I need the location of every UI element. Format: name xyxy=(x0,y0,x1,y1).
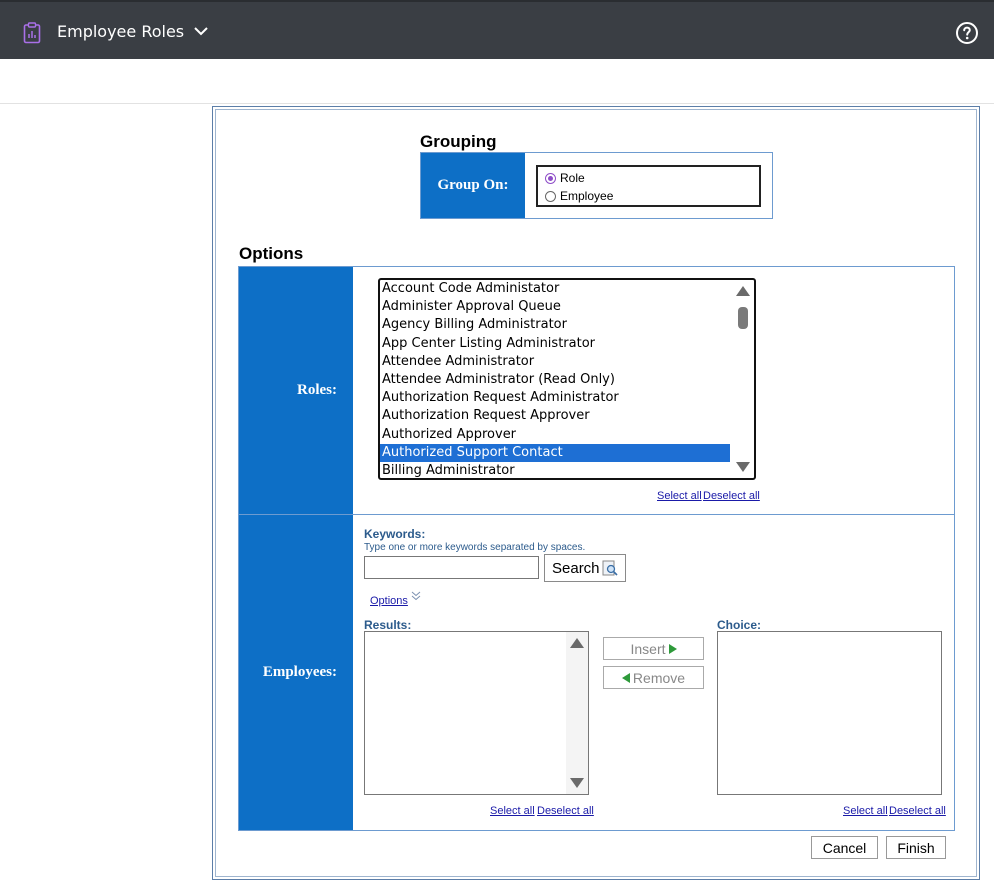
remove-button[interactable]: Remove xyxy=(603,666,704,689)
double-chevron-down-icon[interactable] xyxy=(411,590,421,602)
list-item[interactable]: Agency Billing Administrator xyxy=(380,316,730,334)
list-item[interactable]: Administer Approval Queue xyxy=(380,298,730,316)
roles-listbox[interactable]: Account Code Administator Administer App… xyxy=(378,278,756,480)
roles-select-all-link[interactable]: Select all xyxy=(657,490,702,502)
roles-scrollbar[interactable] xyxy=(734,280,754,478)
insert-button[interactable]: Insert xyxy=(603,637,704,660)
keywords-label: Keywords: xyxy=(364,527,426,541)
page-title: Employee Roles xyxy=(57,22,185,41)
group-on-label: Group On: xyxy=(421,153,525,218)
clipboard-report-icon xyxy=(23,22,41,44)
results-deselect-all-link[interactable]: Deselect all xyxy=(537,805,594,817)
list-item[interactable]: App Center Listing Administrator xyxy=(380,335,730,353)
search-button-label: Search xyxy=(552,559,600,577)
list-item[interactable]: Attendee Administrator (Read Only) xyxy=(380,371,730,389)
grouping-panel: Group On: Role Employee xyxy=(420,152,773,219)
choice-listbox[interactable] xyxy=(717,631,942,795)
roles-label: Roles: xyxy=(239,267,353,514)
scroll-thumb[interactable] xyxy=(738,307,748,329)
list-item-selected[interactable]: Authorized Support Contact xyxy=(380,443,730,462)
list-item[interactable]: Authorization Request Administrator xyxy=(380,389,730,407)
list-item[interactable]: Attendee Administrator xyxy=(380,353,730,371)
arrow-left-icon xyxy=(621,672,630,683)
results-label: Results: xyxy=(364,618,412,632)
remove-button-label: Remove xyxy=(632,669,686,686)
sub-toolbar xyxy=(0,59,994,104)
choice-label: Choice: xyxy=(717,618,762,632)
options-heading: Options xyxy=(239,244,304,263)
search-button[interactable]: Search xyxy=(544,554,626,582)
roles-deselect-all-link[interactable]: Deselect all xyxy=(703,490,760,502)
results-select-all-link[interactable]: Select all xyxy=(490,805,535,817)
choice-deselect-all-link[interactable]: Deselect all xyxy=(889,805,946,817)
chevron-down-icon[interactable] xyxy=(192,24,210,38)
app-header: Employee Roles xyxy=(0,0,994,59)
radio-role[interactable]: Role xyxy=(545,171,585,185)
scroll-down-arrow-icon[interactable] xyxy=(570,778,584,788)
cancel-button[interactable]: Cancel xyxy=(811,836,878,859)
scroll-down-arrow-icon[interactable] xyxy=(736,462,750,472)
employees-label: Employees: xyxy=(239,515,353,830)
radio-role-label: Role xyxy=(560,171,585,185)
options-toggle-link[interactable]: Options xyxy=(370,595,408,607)
list-item[interactable]: Account Code Administator xyxy=(380,280,730,298)
scroll-up-arrow-icon[interactable] xyxy=(570,638,584,648)
search-icon xyxy=(602,560,618,576)
choice-select-all-link[interactable]: Select all xyxy=(843,805,888,817)
radio-button-selected[interactable] xyxy=(545,172,556,184)
radio-employee[interactable]: Employee xyxy=(545,189,613,203)
scroll-up-arrow-icon[interactable] xyxy=(736,286,750,296)
keywords-hint: Type one or more keywords separated by s… xyxy=(364,542,586,553)
keywords-input[interactable] xyxy=(364,556,539,579)
results-scrollbar[interactable] xyxy=(566,632,588,794)
list-item[interactable]: Authorized Approver xyxy=(380,426,730,444)
help-circle-icon[interactable] xyxy=(955,21,979,45)
list-item[interactable]: Authorization Request Approver xyxy=(380,407,730,425)
insert-button-label: Insert xyxy=(630,640,666,657)
group-on-radio-group: Role Employee xyxy=(536,165,761,207)
grouping-heading: Grouping xyxy=(420,132,497,151)
list-item[interactable]: Billing Administrator xyxy=(380,462,730,478)
radio-employee-label: Employee xyxy=(560,189,614,203)
results-listbox[interactable] xyxy=(364,631,589,795)
finish-button[interactable]: Finish xyxy=(886,836,946,859)
radio-button[interactable] xyxy=(545,190,556,202)
arrow-right-icon xyxy=(668,643,677,654)
